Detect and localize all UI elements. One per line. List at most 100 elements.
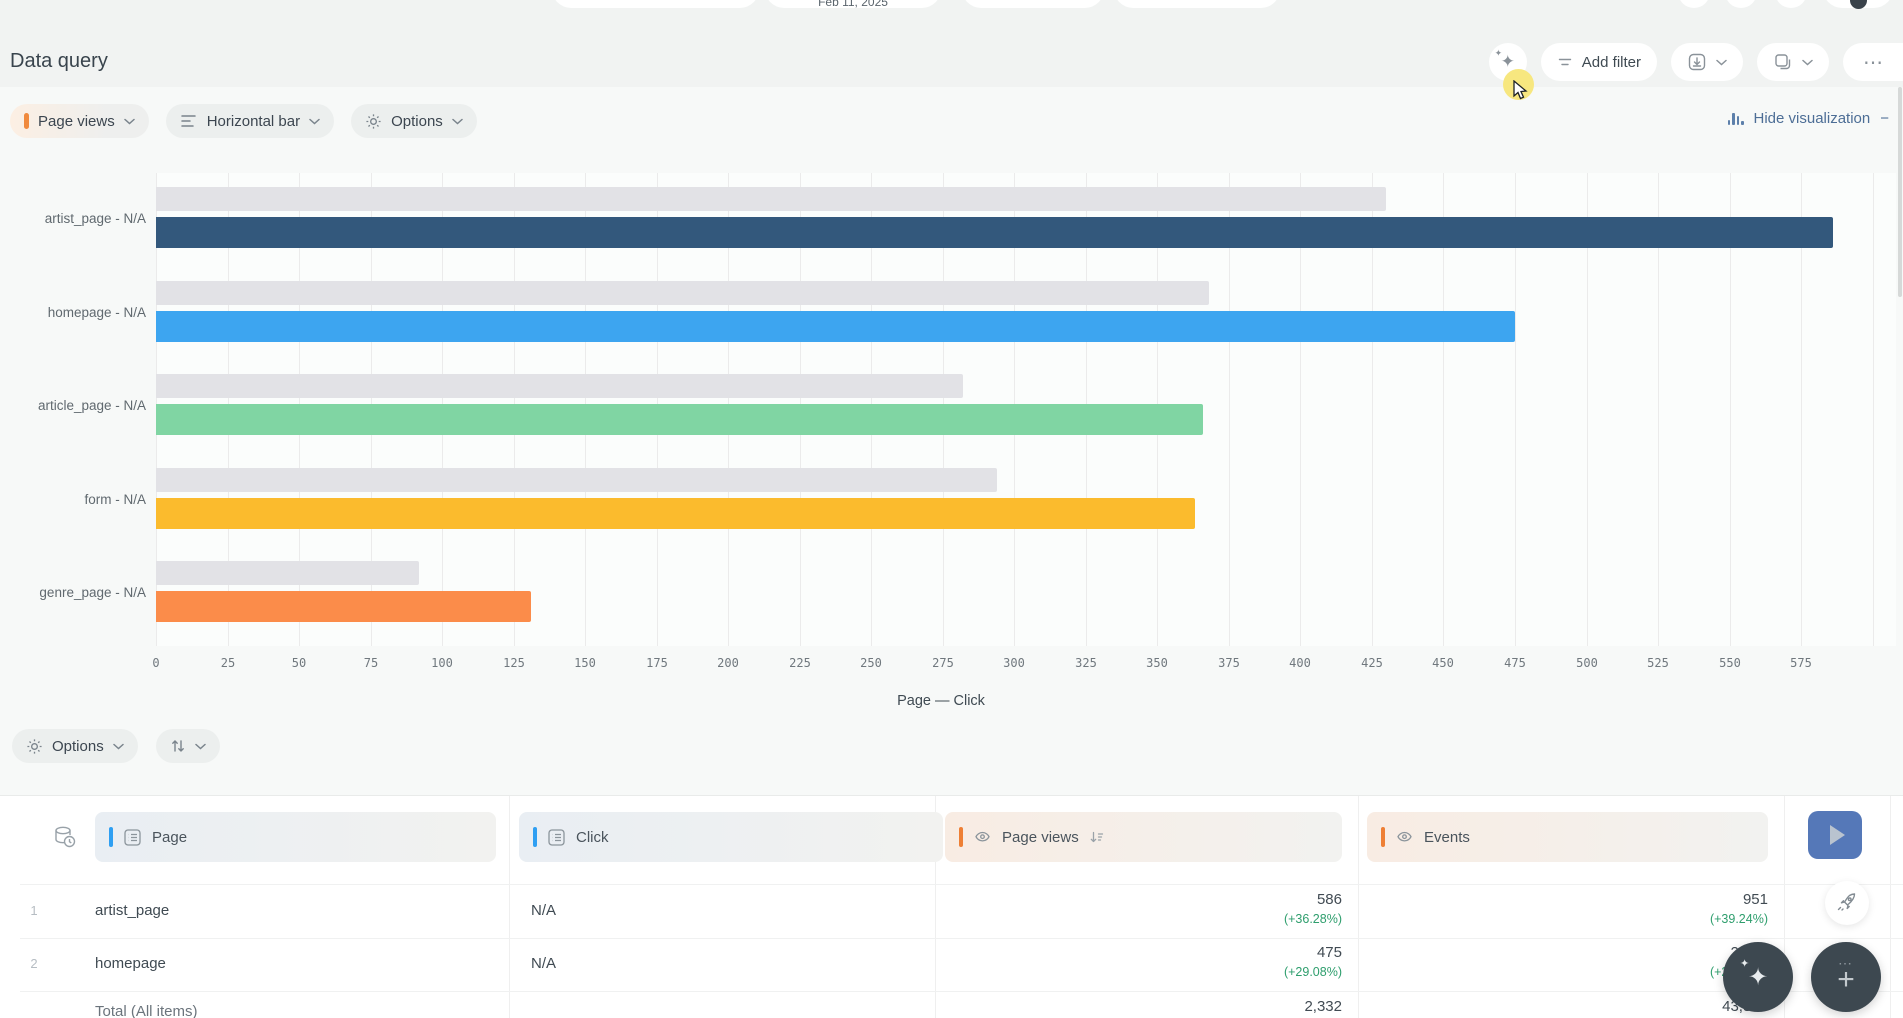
add-filter-label: Add filter [1582,54,1641,71]
add-filter-button[interactable]: Add filter [1541,43,1657,81]
x-tick-label: 275 [932,656,954,670]
top-nav-bar: Feb 11, 2025 [0,0,1903,10]
bar-group [156,374,1896,435]
page-title: Data query [10,50,108,73]
category-label: homepage - N/A [0,305,146,320]
table-options-button[interactable]: Options [12,729,138,763]
column-header-click[interactable]: Click [519,812,943,862]
chart-x-axis-ticks: 0255075100125150175200225250275300325350… [156,656,1896,672]
previous-period-bar[interactable] [156,468,997,492]
cell-click: N/A [531,955,556,972]
create-fab-button[interactable]: ⋯ + [1811,942,1881,1012]
bar-chart-icon [1728,113,1744,125]
x-tick-label: 375 [1218,656,1240,670]
chart-options-label: Options [391,113,443,130]
x-tick-label: 575 [1790,656,1812,670]
rocket-icon [1835,891,1859,915]
chevron-down-icon [113,743,124,750]
column-label: Click [576,829,609,846]
chevron-down-icon [1716,59,1727,66]
column-header-events[interactable]: Events [1367,812,1768,862]
ai-fab-button[interactable]: ✦✦ [1723,942,1793,1012]
export-button[interactable] [1671,43,1743,81]
x-tick-label: 125 [503,656,525,670]
category-label: article_page - N/A [0,398,146,413]
play-icon [1830,825,1845,845]
cell-events-pct: (+39.24%) [1570,912,1768,926]
cell-page: artist_page [95,902,169,919]
sparkles-icon: ✦✦ [1748,963,1768,992]
cell-page-views-pct: (+36.28%) [1145,912,1342,926]
bar-group [156,561,1896,622]
cell-events: 951 [1570,891,1768,908]
download-icon [1687,52,1707,72]
column-header-page[interactable]: Page [95,812,496,862]
cell-page-views: 475 [1145,944,1342,961]
current-period-bar[interactable] [156,217,1833,248]
bar-group [156,281,1896,342]
more-options-button[interactable]: ⋯ [1843,43,1903,81]
metric-selector[interactable]: Page views [10,104,149,138]
minus-icon: − [1880,110,1889,127]
previous-period-bar[interactable] [156,561,419,585]
filter-icon [1557,54,1573,70]
list-icon [123,828,142,847]
top-nav-icon-button-3[interactable] [1775,0,1807,8]
current-period-bar[interactable] [156,404,1203,435]
top-nav-icon-button-2[interactable] [1725,0,1757,8]
top-nav-date-button[interactable]: Feb 11, 2025 [765,0,941,8]
chart-type-selector[interactable]: Horizontal bar [166,104,334,138]
bar-group [156,187,1896,248]
rocket-button[interactable] [1825,881,1869,925]
previous-period-bar[interactable] [156,187,1386,211]
chevron-down-icon [452,118,463,125]
x-tick-label: 325 [1075,656,1097,670]
metric-accent [1381,827,1385,847]
current-period-bar[interactable] [156,311,1515,342]
more-icon: ⋯ [1863,50,1883,75]
category-label: form - N/A [0,492,146,507]
cell-click: N/A [531,902,556,919]
chart-plot-area [156,173,1896,646]
column-label: Events [1424,829,1470,846]
hide-visualization-link[interactable]: Hide visualization − [1728,110,1890,127]
column-label: Page [152,829,187,846]
copy-icon [1773,52,1793,72]
run-query-button[interactable] [1808,811,1862,859]
chart-type-label: Horizontal bar [207,113,300,130]
chevron-down-icon [309,118,320,125]
top-nav-button-1[interactable] [552,0,759,8]
previous-period-bar[interactable] [156,374,963,398]
avatar [1850,0,1867,9]
table-sort-button[interactable] [156,729,220,763]
data-source-icon[interactable] [52,824,78,850]
mouse-cursor [1511,80,1529,102]
top-nav-account-button[interactable] [1823,0,1893,8]
top-nav-button-3[interactable] [1114,0,1280,8]
bar-group [156,468,1896,529]
metric-bar-icon [24,113,29,129]
x-tick-label: 0 [152,656,159,670]
x-tick-label: 525 [1647,656,1669,670]
category-label: artist_page - N/A [0,211,146,226]
gear-icon [365,113,382,130]
top-nav-button-2[interactable] [962,0,1104,8]
table-controls: Options [12,729,220,763]
column-header-page-views[interactable]: Page views [945,812,1342,862]
top-nav-icon-button-1[interactable] [1678,0,1710,8]
list-icon [547,828,566,847]
previous-period-bar[interactable] [156,281,1209,305]
current-period-bar[interactable] [156,498,1195,529]
x-tick-label: 500 [1576,656,1598,670]
duplicate-button[interactable] [1757,43,1829,81]
x-tick-label: 25 [221,656,235,670]
scrollbar[interactable] [1898,87,1902,297]
query-header: Data query ✦✦ Add filter [0,10,1903,87]
x-tick-label: 225 [789,656,811,670]
row-number: 2 [24,956,44,971]
chart-options-button[interactable]: Options [351,104,477,138]
x-tick-label: 100 [431,656,453,670]
results-table: Page Click Page views Events 1artist_pag… [0,795,1903,1018]
current-period-bar[interactable] [156,591,531,622]
chevron-down-icon [124,118,135,125]
